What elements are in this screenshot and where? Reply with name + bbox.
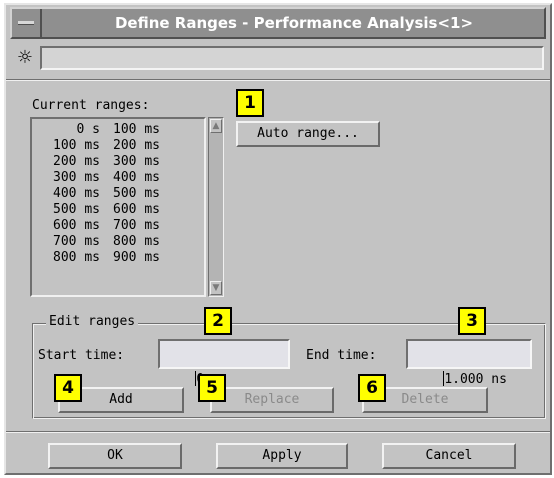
end-time-input[interactable]: 1.000 ns (406, 339, 532, 387)
range-start: 100 ms (53, 138, 100, 153)
list-item[interactable]: 800 ms 900 ms (36, 250, 204, 266)
range-start: 800 ms (53, 250, 100, 265)
arrow-down-icon[interactable]: ▼ (210, 281, 222, 295)
window-title: Define Ranges - Performance Analysis<1> (114, 14, 474, 32)
ranges-scrollbar[interactable]: ▲ ▼ (208, 117, 224, 297)
apply-button[interactable]: Apply (216, 443, 348, 469)
range-start: 600 ms (53, 218, 100, 233)
auto-range-button[interactable]: Auto range... (236, 121, 380, 147)
status-field (40, 46, 544, 70)
list-item[interactable]: 500 ms 600 ms (36, 202, 204, 218)
range-start: 400 ms (53, 186, 100, 201)
range-end: 700 ms (113, 218, 160, 233)
callout-badge: 4 (54, 374, 82, 402)
end-time-label: End time: (306, 348, 377, 363)
range-end: 200 ms (113, 138, 160, 153)
define-ranges-dialog: Define Ranges - Performance Analysis<1> … (4, 3, 552, 475)
end-time-value: 1.000 ns (444, 372, 507, 387)
list-item[interactable]: 700 ms 800 ms (36, 234, 204, 250)
range-start: 300 ms (53, 170, 100, 185)
current-ranges-label: Current ranges: (32, 98, 150, 113)
replace-button[interactable]: Replace (210, 387, 334, 413)
range-start: 500 ms (53, 202, 100, 217)
separator (6, 431, 550, 433)
range-end: 600 ms (113, 202, 160, 217)
ok-button[interactable]: OK (48, 443, 182, 469)
start-time-input[interactable]: 0 s (158, 339, 290, 387)
range-end: 300 ms (113, 154, 160, 169)
range-end: 400 ms (113, 170, 160, 185)
edit-ranges-label: Edit ranges (46, 314, 139, 329)
sun-icon: ☼ (16, 47, 34, 68)
list-item[interactable]: 400 ms 500 ms (36, 186, 204, 202)
cancel-button[interactable]: Cancel (382, 443, 516, 469)
range-end: 500 ms (113, 186, 160, 201)
callout-badge: 2 (204, 307, 232, 335)
range-end: 900 ms (113, 250, 160, 265)
callout-badge: 6 (358, 374, 386, 402)
list-item[interactable]: 300 ms 400 ms (36, 170, 204, 186)
ranges-list[interactable]: 0 s 100 ms 100 ms 200 ms 200 ms 300 ms 300 ms 4… (30, 117, 206, 297)
title-bar[interactable]: Define Ranges - Performance Analysis<1> (10, 7, 546, 39)
list-item[interactable]: 200 ms 300 ms (36, 154, 204, 170)
window-menu-icon (18, 21, 34, 25)
callout-badge: 5 (198, 374, 226, 402)
range-start: 700 ms (53, 234, 100, 249)
start-time-label: Start time: (38, 348, 125, 363)
list-item[interactable]: 0 s 100 ms (36, 122, 204, 138)
list-item[interactable]: 100 ms 200 ms (36, 138, 204, 154)
callout-badge: 1 (236, 89, 264, 117)
range-end: 100 ms (113, 122, 160, 137)
range-end: 800 ms (113, 234, 160, 249)
callout-badge: 3 (458, 307, 486, 335)
list-item[interactable]: 600 ms 700 ms (36, 218, 204, 234)
range-start: 0 s (76, 122, 100, 137)
status-row: ☼ (10, 45, 546, 73)
separator (6, 79, 550, 81)
arrow-up-icon[interactable]: ▲ (210, 119, 222, 133)
range-start: 200 ms (53, 154, 100, 169)
window-menu-button[interactable] (12, 9, 42, 37)
